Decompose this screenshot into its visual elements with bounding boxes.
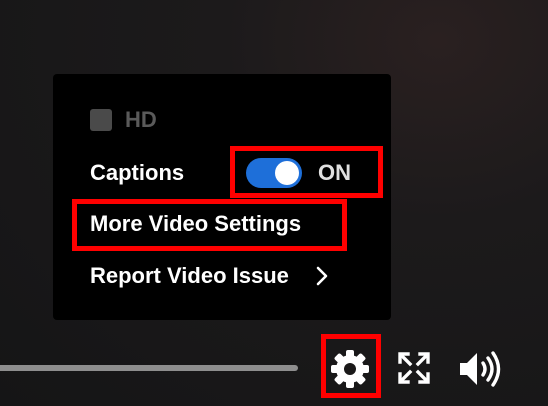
chevron-right-icon [316, 266, 328, 286]
captions-label: Captions [90, 160, 185, 185]
fullscreen-icon[interactable] [397, 351, 431, 385]
highlight-captions-toggle [230, 146, 383, 198]
progress-bar[interactable] [0, 365, 298, 371]
hd-checkbox[interactable] [90, 109, 112, 131]
volume-icon[interactable] [457, 349, 503, 389]
hd-label: HD [125, 107, 157, 132]
report-video-issue-item[interactable]: Report Video Issue [90, 263, 329, 289]
gear-icon[interactable] [330, 349, 370, 389]
hd-option[interactable]: HD [90, 107, 157, 133]
report-video-issue-label: Report Video Issue [90, 263, 289, 288]
highlight-more-video-settings [72, 199, 347, 251]
